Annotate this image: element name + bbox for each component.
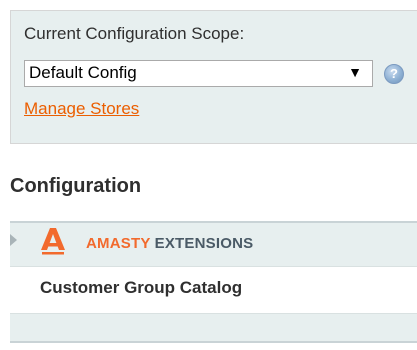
- dropdown-arrow-icon: ▼: [348, 64, 362, 80]
- scope-select-value: Default Config: [29, 63, 137, 82]
- help-icon[interactable]: ?: [384, 64, 404, 84]
- manage-stores-link[interactable]: Manage Stores: [24, 99, 139, 119]
- scope-select[interactable]: Default Config ▼: [24, 60, 373, 87]
- configuration-title: Configuration: [10, 175, 142, 197]
- amasty-extensions-group[interactable]: AMASTY EXTENSIONS: [10, 221, 417, 267]
- nav-item-customer-group-catalog[interactable]: Customer Group Catalog: [10, 267, 417, 313]
- brand-word-extensions: EXTENSIONS: [154, 235, 254, 252]
- brand-word-amasty: AMASTY: [86, 235, 151, 252]
- nav-group-footer: [10, 313, 417, 343]
- scope-label: Current Configuration Scope:: [24, 24, 245, 43]
- group-title: AMASTY EXTENSIONS: [86, 235, 253, 252]
- nav-item-label: Customer Group Catalog: [40, 278, 243, 297]
- expand-arrow-icon: [10, 234, 17, 246]
- amasty-logo-icon: [41, 228, 65, 255]
